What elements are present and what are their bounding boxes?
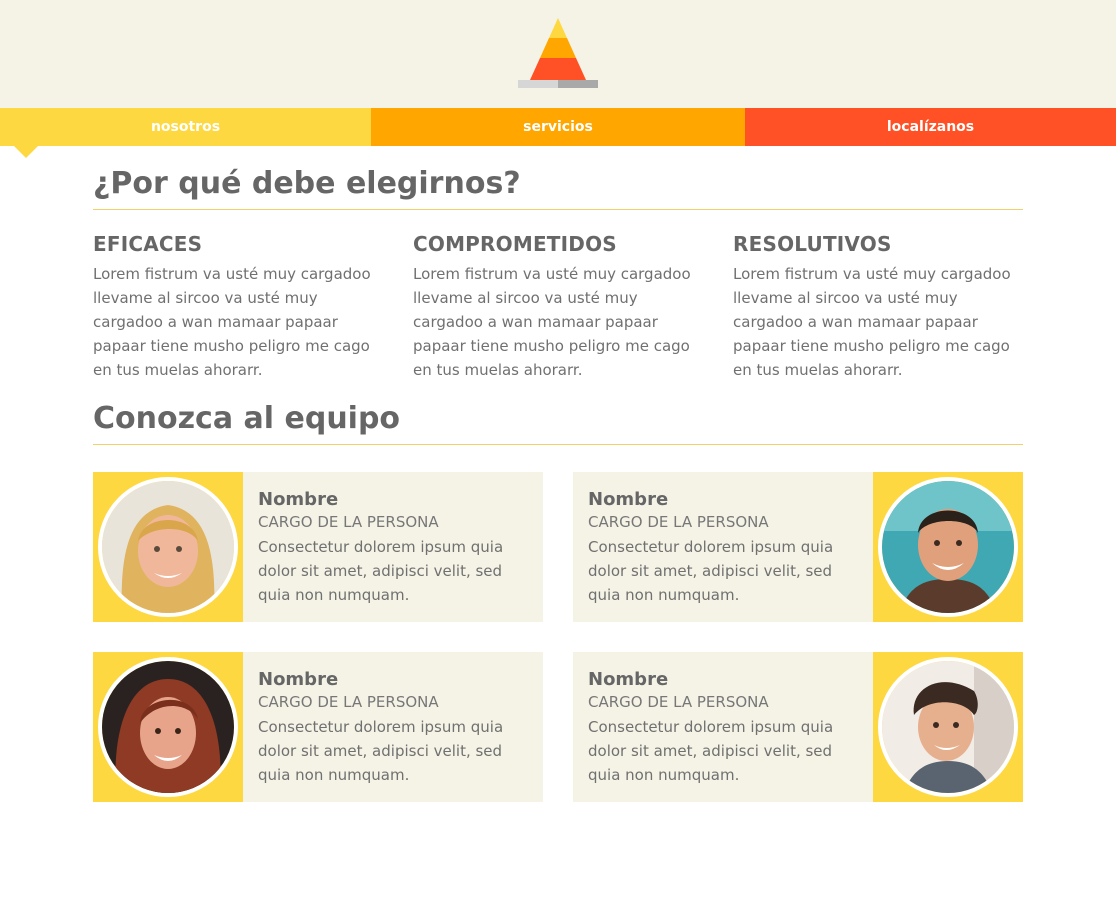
team-member-card: Nombre CARGO DE LA PERSONA Consectetur d… [93, 472, 543, 622]
team-title: Conozca al equipo [93, 401, 1023, 445]
team-member-card: Nombre CARGO DE LA PERSONA Consectetur d… [573, 472, 1023, 622]
member-description: Consectetur dolorem ipsum quia dolor sit… [588, 538, 834, 604]
member-role: CARGO DE LA PERSONA [588, 513, 769, 531]
member-info: Nombre CARGO DE LA PERSONA Consectetur d… [588, 668, 868, 787]
nav-item-localizanos[interactable]: localízanos [745, 108, 1116, 146]
feature-comprometidos: COMPROMETIDOS Lorem fistrum va usté muy … [413, 232, 703, 382]
feature-eficaces: EFICACES Lorem fistrum va usté muy carga… [93, 232, 383, 382]
member-info: Nombre CARGO DE LA PERSONA Consectetur d… [258, 668, 538, 787]
photo-frame [873, 472, 1023, 622]
feature-title: COMPROMETIDOS [413, 232, 617, 256]
site-header [0, 0, 1116, 108]
nav-item-nosotros[interactable]: nosotros [0, 108, 371, 146]
team-member-card: Nombre CARGO DE LA PERSONA Consectetur d… [573, 652, 1023, 802]
active-nav-indicator [14, 146, 38, 158]
feature-text: Lorem fistrum va usté muy cargadoo lleva… [413, 265, 691, 379]
photo-frame [93, 652, 243, 802]
member-description: Consectetur dolorem ipsum quia dolor sit… [258, 538, 504, 604]
avatar [98, 477, 238, 617]
avatar [878, 477, 1018, 617]
photo-frame [93, 472, 243, 622]
member-description: Consectetur dolorem ipsum quia dolor sit… [588, 718, 834, 784]
nav-item-servicios[interactable]: servicios [371, 108, 745, 146]
avatar [98, 657, 238, 797]
member-name: Nombre [588, 489, 669, 510]
member-info: Nombre CARGO DE LA PERSONA Consectetur d… [588, 488, 868, 607]
feature-resolutivos: RESOLUTIVOS Lorem fistrum va usté muy ca… [733, 232, 1023, 382]
feature-title: EFICACES [93, 232, 203, 256]
team-member-card: Nombre CARGO DE LA PERSONA Consectetur d… [93, 652, 543, 802]
pyramid-logo-icon[interactable] [516, 16, 600, 92]
feature-text: Lorem fistrum va usté muy cargadoo lleva… [733, 265, 1011, 379]
member-description: Consectetur dolorem ipsum quia dolor sit… [258, 718, 504, 784]
photo-frame [873, 652, 1023, 802]
member-name: Nombre [588, 669, 669, 690]
main-nav: nosotros servicios localízanos [0, 108, 1116, 146]
member-name: Nombre [258, 489, 339, 510]
feature-title: RESOLUTIVOS [733, 232, 892, 256]
member-role: CARGO DE LA PERSONA [258, 693, 439, 711]
why-title: ¿Por qué debe elegirnos? [93, 166, 1023, 210]
avatar [878, 657, 1018, 797]
member-role: CARGO DE LA PERSONA [588, 693, 769, 711]
member-name: Nombre [258, 669, 339, 690]
member-info: Nombre CARGO DE LA PERSONA Consectetur d… [258, 488, 538, 607]
member-role: CARGO DE LA PERSONA [258, 513, 439, 531]
feature-text: Lorem fistrum va usté muy cargadoo lleva… [93, 265, 371, 379]
